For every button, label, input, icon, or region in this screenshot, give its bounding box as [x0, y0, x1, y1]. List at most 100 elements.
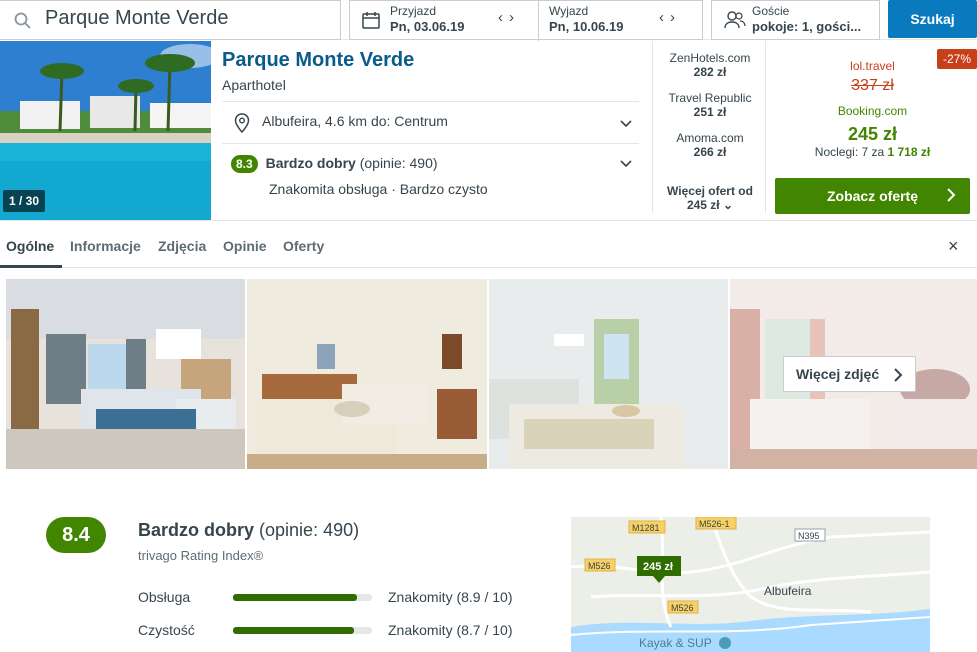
road-label: M526-1 — [699, 519, 730, 529]
divider — [222, 143, 639, 144]
more-offers-label: Więcej ofert od — [667, 184, 753, 198]
overall-score-badge: 8.4 — [46, 517, 106, 553]
view-offer-button[interactable]: Zobacz ofertę — [775, 178, 970, 214]
chevron-right-icon — [894, 368, 903, 382]
hotel-type: Aparthotel — [222, 77, 286, 93]
subscore-bar-fill — [233, 594, 357, 601]
chevron-down-icon[interactable] — [620, 158, 632, 170]
checkout-label: Wyjazd — [549, 4, 589, 18]
offer-price: 266 zł — [693, 145, 727, 159]
close-icon[interactable]: × — [948, 236, 959, 257]
guests-icon — [724, 11, 746, 29]
compare-site: lol.travel — [850, 59, 895, 73]
checkin-arrows[interactable]: ‹› — [498, 9, 520, 26]
road-label: N395 — [798, 531, 820, 541]
separator-dot: · — [391, 181, 400, 197]
checkout-arrows[interactable]: ‹› — [659, 9, 681, 26]
detail-tabs: Ogólne Informacje Zdjęcia Opinie Oferty … — [0, 222, 977, 268]
nights-prefix: Noclegi: 7 za — [814, 145, 888, 159]
offer-price: 251 zł — [693, 105, 727, 119]
subscore-value: Znakomity (8.9 / 10) — [388, 589, 513, 605]
road-label: M526 — [671, 603, 694, 613]
location-row[interactable]: Albufeira, 4.6 km do: Centrum — [232, 113, 448, 133]
highlight-clean: Bardzo czysto — [399, 181, 488, 197]
tab-photos[interactable]: Zdjęcia — [158, 238, 206, 254]
subscore-value: Znakomity (8.7 / 10) — [388, 622, 513, 638]
rating-badge: 8.3 — [231, 155, 258, 173]
highlight-service: Znakomita obsługa — [269, 181, 388, 197]
map-price-pin[interactable]: 245 zł — [643, 561, 673, 573]
rating-index-label: trivago Rating Index® — [138, 548, 264, 563]
nights-total: Noclegi: 7 za 1 718 zł — [775, 145, 970, 159]
gallery-photo[interactable] — [247, 279, 487, 469]
chevron-right-icon[interactable]: › — [509, 9, 520, 26]
offer-site: Amoma.com — [676, 131, 744, 145]
tab-general[interactable]: Ogólne — [6, 238, 54, 254]
calendar-icon — [362, 12, 380, 29]
photo-counter: 1 / 30 — [3, 190, 46, 212]
offer-price: 282 zł — [693, 65, 727, 79]
checkin-label: Przyjazd — [390, 4, 437, 18]
offer-item[interactable]: Amoma.com 266 zł — [653, 131, 767, 159]
town-label: Albufeira — [764, 584, 812, 598]
tab-info[interactable]: Informacje — [70, 238, 141, 254]
offer-site: ZenHotels.com — [669, 51, 751, 65]
hotel-main-image[interactable]: 1 / 30 — [0, 41, 211, 220]
more-offers-link[interactable]: Więcej ofert od 245 zł ⌄ — [653, 184, 767, 212]
chevron-left-icon[interactable]: ‹ — [498, 9, 509, 26]
offer-item[interactable]: Travel Republic 251 zł — [653, 91, 767, 119]
search-input[interactable] — [45, 7, 325, 30]
best-deal: -27% lol.travel 337 zł Booking.com 245 z… — [775, 41, 977, 221]
review-count: (opinie: 490) — [259, 520, 360, 540]
chevron-left-icon[interactable]: ‹ — [659, 9, 670, 26]
chevron-down-icon[interactable] — [620, 118, 632, 130]
subscore-label: Obsługa — [138, 589, 191, 605]
guests-label: Goście — [752, 4, 790, 18]
other-offers: ZenHotels.com 282 zł Travel Republic 251 z… — [652, 41, 766, 213]
rating-highlights: Znakomita obsługa · Bardzo czysto — [269, 181, 488, 197]
compare-price: 337 zł — [851, 77, 894, 94]
deal-price: 245 zł — [847, 124, 898, 144]
tab-reviews[interactable]: Opinie — [223, 238, 267, 254]
search-button[interactable]: Szukaj — [888, 0, 977, 38]
date-picker[interactable]: Przyjazd Pn, 03.06.19 ‹› Wyjazd Pn, 10.0… — [349, 0, 703, 41]
location-map[interactable]: M1281 M526-1 N395 M526 M526 Albufeira Ka… — [571, 517, 930, 652]
subscore-bar — [233, 627, 372, 634]
gallery-photo[interactable] — [6, 279, 245, 469]
hotel-card: 1 / 30 Parque Monte Verde Aparthotel Alb… — [0, 41, 977, 221]
subscore-bar — [233, 594, 372, 601]
more-photos-button[interactable]: Więcej zdjęć — [783, 356, 916, 392]
rating-text: Bardzo dobry — [265, 155, 356, 171]
subscore-bar-fill — [233, 627, 354, 634]
nights-amount: 1 718 zł — [887, 145, 931, 159]
chevron-right-icon — [947, 188, 956, 202]
subscore-label: Czystość — [138, 622, 195, 638]
road-label: M526 — [588, 561, 611, 571]
date-divider — [538, 1, 539, 41]
gallery-photo[interactable] — [489, 279, 728, 469]
location-pin-icon — [234, 113, 250, 133]
rating-row[interactable]: 8.3 Bardzo dobry (opinie: 490) — [231, 155, 438, 173]
search-box[interactable] — [0, 0, 341, 40]
deal-site: Booking.com — [837, 104, 908, 118]
tab-offers[interactable]: Oferty — [283, 238, 324, 254]
active-tab-indicator — [0, 265, 62, 268]
rating-count: (opinie: 490) — [359, 155, 438, 171]
poi-label: Kayak & SUP — [639, 636, 712, 650]
chevron-down-icon: ⌄ — [722, 198, 734, 212]
view-offer-label: Zobacz ofertę — [826, 188, 918, 204]
guests-value: pokoje: 1, gości... — [752, 19, 862, 34]
offer-site: Travel Republic — [668, 91, 752, 105]
review-title: Bardzo dobry (opinie: 490) — [138, 520, 359, 541]
divider — [222, 101, 639, 102]
location-text: Albufeira, 4.6 km do: Centrum — [262, 113, 448, 129]
checkout-value[interactable]: Pn, 10.06.19 — [549, 19, 623, 34]
chevron-right-icon[interactable]: › — [670, 9, 681, 26]
guests-selector[interactable]: Goście pokoje: 1, gości... — [711, 0, 880, 40]
search-icon — [14, 12, 31, 29]
more-photos-label: Więcej zdjęć — [796, 366, 880, 382]
offer-item[interactable]: ZenHotels.com 282 zł — [653, 51, 767, 79]
checkin-value[interactable]: Pn, 03.06.19 — [390, 19, 464, 34]
hotel-name[interactable]: Parque Monte Verde — [222, 49, 414, 72]
road-label: M1281 — [632, 523, 660, 533]
